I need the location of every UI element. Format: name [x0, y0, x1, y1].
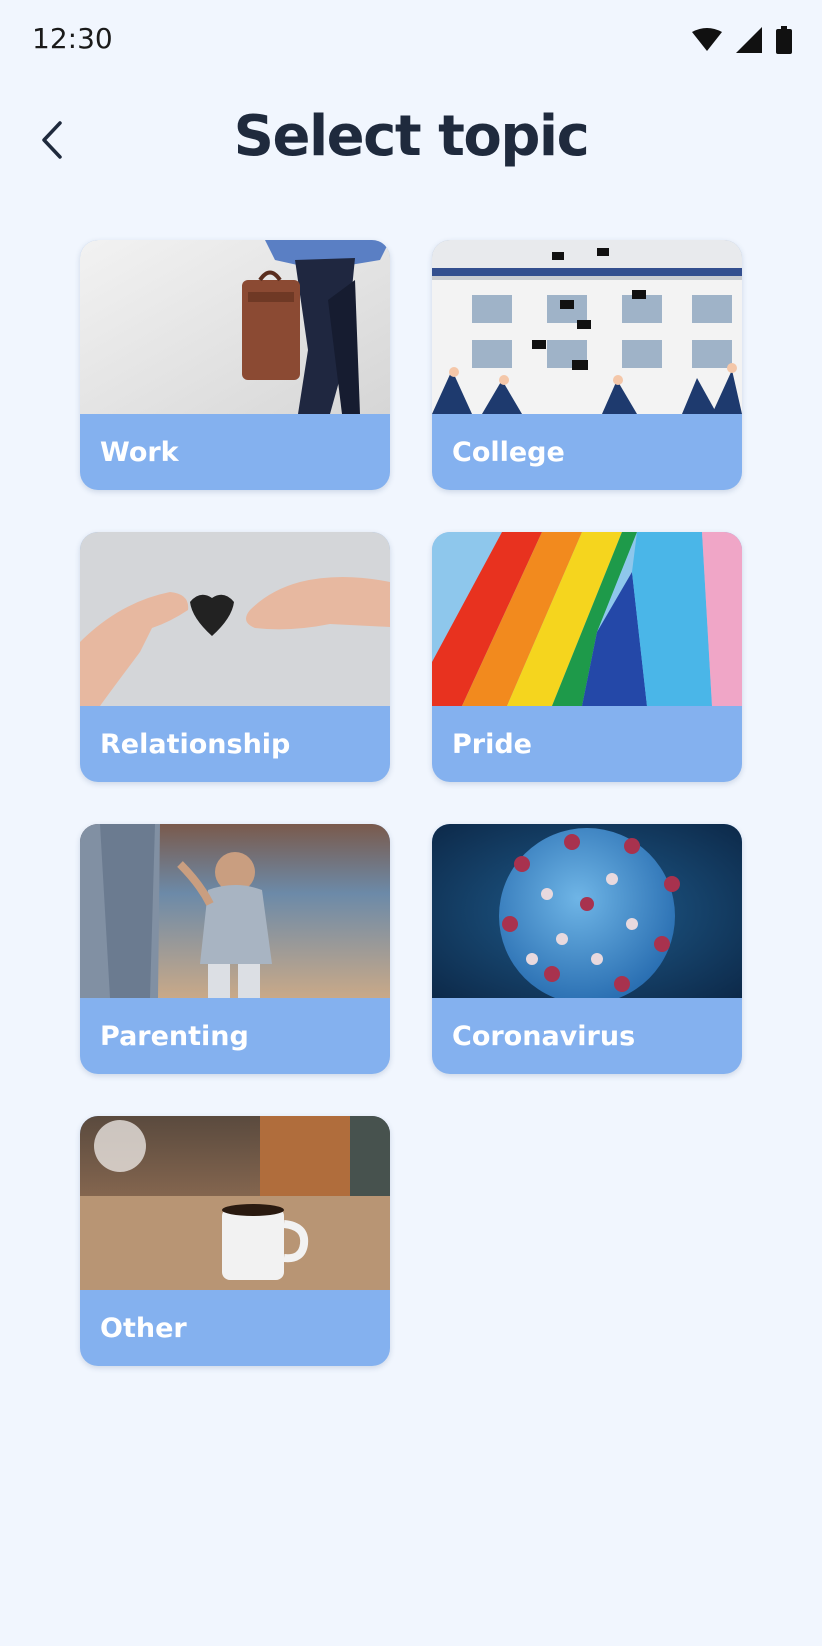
topic-card-other[interactable]: Other	[80, 1116, 390, 1366]
topic-label: Coronavirus	[452, 1020, 636, 1052]
topic-card-college[interactable]: College	[432, 240, 742, 490]
topic-card-work[interactable]: Work	[80, 240, 390, 490]
topic-card-parenting[interactable]: Parenting	[80, 824, 390, 1074]
topic-label: Relationship	[100, 728, 291, 760]
status-bar: 12:30	[0, 0, 822, 80]
topic-grid: Work College Relationship Pride Parentin…	[80, 240, 742, 1366]
battery-icon	[776, 26, 792, 54]
topic-label: Other	[100, 1312, 187, 1344]
virus-photo	[432, 824, 742, 998]
wifi-icon	[692, 28, 722, 51]
child-walking-photo	[80, 824, 390, 998]
topic-label: College	[452, 436, 565, 468]
coffee-mug-photo	[80, 1116, 390, 1290]
briefcase-photo	[80, 240, 390, 414]
graduation-caps-photo	[432, 240, 742, 414]
paper-heart-hands-photo	[80, 532, 390, 706]
rainbow-flag-photo	[432, 532, 742, 706]
topic-card-relationship[interactable]: Relationship	[80, 532, 390, 782]
topic-card-coronavirus[interactable]: Coronavirus	[432, 824, 742, 1074]
page-title: Select topic	[233, 104, 590, 169]
cell-signal-icon	[736, 27, 762, 53]
topic-label: Parenting	[100, 1020, 249, 1052]
topic-label: Pride	[452, 728, 532, 760]
topic-label: Work	[100, 436, 179, 468]
topic-card-pride[interactable]: Pride	[432, 532, 742, 782]
status-time: 12:30	[32, 22, 113, 55]
status-icons	[692, 26, 792, 54]
